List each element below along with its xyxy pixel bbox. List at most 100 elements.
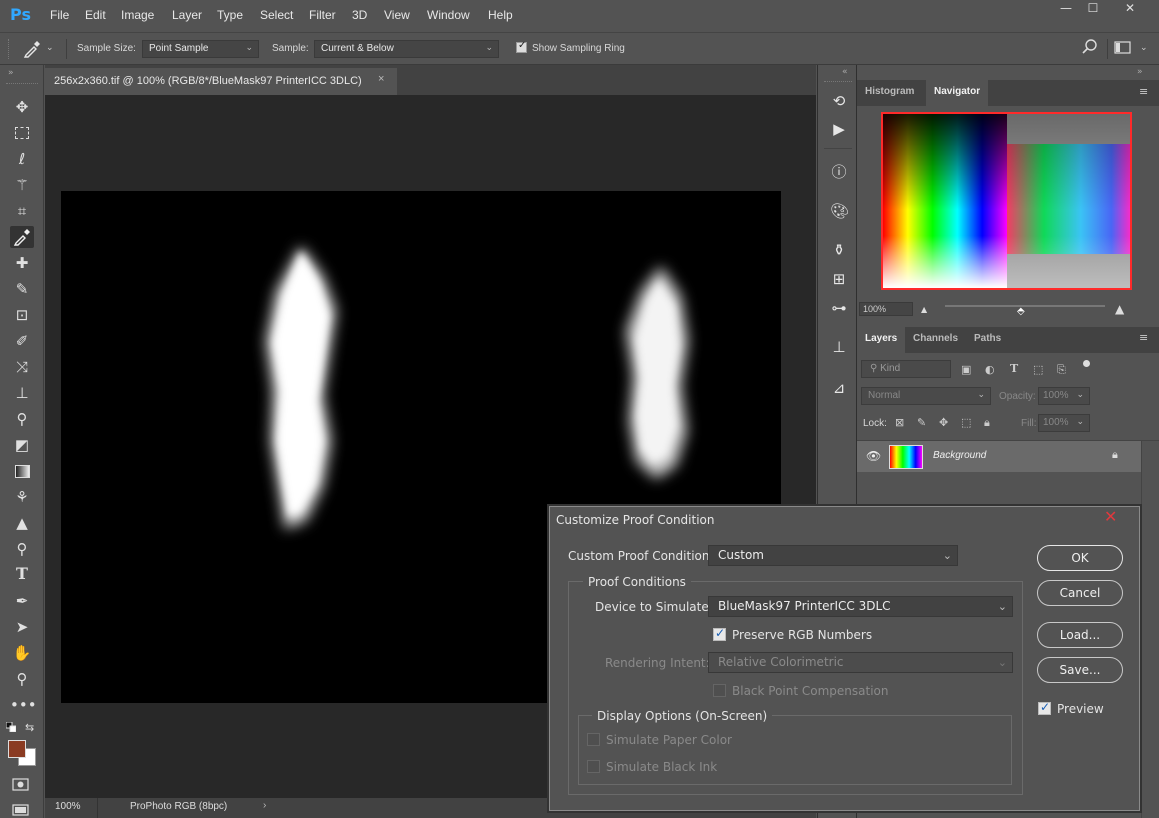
simulate-paper-label[interactable]: Simulate Paper Color xyxy=(606,733,732,747)
clone-source-icon[interactable]: ⊥ xyxy=(830,338,848,356)
filter-toggle-icon[interactable] xyxy=(1083,360,1090,367)
adjustment-filter-icon[interactable]: ◐ xyxy=(985,363,995,376)
collapse-strip-icon[interactable]: « xyxy=(842,67,848,77)
menu-file[interactable]: File xyxy=(50,8,69,22)
panel-menu-icon[interactable]: ≡ xyxy=(1139,85,1148,98)
preserve-rgb-label[interactable]: Preserve RGB Numbers xyxy=(732,628,872,642)
opacity-field[interactable]: 100% ⌄ xyxy=(1038,387,1090,405)
tab-channels[interactable]: Channels xyxy=(905,327,966,353)
pixel-filter-icon[interactable]: ▣ xyxy=(961,363,971,376)
tool-preset-chevron-icon[interactable]: ⌄ xyxy=(46,43,54,53)
menu-edit[interactable]: Edit xyxy=(85,8,106,22)
quick-mask-icon[interactable] xyxy=(12,778,30,792)
swatches-palette-icon[interactable]: 🎨︎ xyxy=(830,202,849,220)
lasso-tool-icon[interactable]: ℓ xyxy=(10,148,34,170)
collapse-toolbar-icon[interactable]: » xyxy=(8,68,14,78)
history-icon[interactable]: ⟲ xyxy=(830,92,848,110)
slider-handle-icon[interactable]: ⬘ xyxy=(1017,306,1025,317)
zoom-level[interactable]: 100% xyxy=(55,801,81,812)
lock-transparent-icon[interactable]: ⊠ xyxy=(895,416,904,429)
zoom-out-icon[interactable]: ▲ xyxy=(921,305,927,314)
close-button[interactable]: ✕ xyxy=(1117,1,1143,19)
device-select[interactable]: BlueMask97 PrinterICC 3DLC ⌄ xyxy=(708,596,1013,617)
brushes-icon[interactable]: ⚱ xyxy=(830,241,848,259)
eraser-tool-icon[interactable]: ⤨ xyxy=(10,356,34,378)
maximize-button[interactable]: ☐ xyxy=(1080,1,1106,19)
layers-scrollbar[interactable] xyxy=(1141,441,1159,818)
tab-histogram[interactable]: Histogram xyxy=(857,80,922,106)
dodge-tool-icon[interactable]: ⚘ xyxy=(10,486,34,508)
dialog-titlebar[interactable]: Customize Proof Condition ✕ xyxy=(550,507,1139,530)
black-point-checkbox[interactable] xyxy=(713,684,726,697)
lock-position-icon[interactable]: ✥ xyxy=(939,416,948,429)
eyedropper-tool-icon[interactable] xyxy=(10,226,34,248)
close-tab-icon[interactable]: × xyxy=(378,73,384,85)
swap-colors-icon[interactable]: ⇆ xyxy=(25,721,34,734)
zoom-in-icon[interactable]: ▲ xyxy=(1115,302,1124,316)
fill-field[interactable]: 100% ⌄ xyxy=(1038,414,1090,432)
black-point-label[interactable]: Black Point Compensation xyxy=(732,684,889,698)
default-colors-icon[interactable] xyxy=(5,721,17,733)
menu-view[interactable]: View xyxy=(384,8,410,22)
actions-play-icon[interactable]: ▶ xyxy=(830,120,848,138)
move-tool-icon[interactable]: ✥ xyxy=(10,96,34,118)
sample-size-select[interactable]: Point Sample ⌄ xyxy=(142,40,259,58)
spot-healing-tool-icon[interactable]: ✚ xyxy=(10,252,34,274)
type-tool-icon[interactable]: T xyxy=(10,564,34,586)
lock-pixels-icon[interactable]: ✎ xyxy=(917,416,926,429)
tab-paths[interactable]: Paths xyxy=(966,327,1009,353)
adjustments-icon[interactable]: ⊶ xyxy=(830,299,848,317)
tab-navigator[interactable]: Navigator xyxy=(926,80,989,106)
more-tools-icon[interactable]: ••• xyxy=(10,694,37,716)
type-filter-icon[interactable]: T xyxy=(1010,362,1018,375)
layer-name[interactable]: Background xyxy=(933,450,986,461)
magic-wand-tool-icon[interactable]: ⚚ xyxy=(10,174,34,196)
blend-mode-select[interactable]: Normal ⌄ xyxy=(861,387,991,405)
load-button[interactable]: Load... xyxy=(1037,622,1123,648)
hand-tool-icon[interactable]: ✋ xyxy=(10,642,34,664)
menu-layer[interactable]: Layer xyxy=(172,8,202,22)
filter-kind-select[interactable]: ⚲ Kind xyxy=(861,360,951,378)
info-icon[interactable]: ⓘ xyxy=(830,161,848,181)
menu-image[interactable]: Image xyxy=(121,8,154,22)
menu-select[interactable]: Select xyxy=(260,8,293,22)
crop-tool-icon[interactable]: ⌗ xyxy=(10,200,34,222)
navigator-zoom-field[interactable]: 100% xyxy=(859,302,913,316)
document-tab[interactable]: 256x2x360.tif @ 100% (RGB/8*/BlueMask97 … xyxy=(45,68,397,95)
simulate-ink-checkbox[interactable] xyxy=(587,760,600,773)
lock-all-icon[interactable]: 🔒︎ xyxy=(984,416,990,430)
tab-layers[interactable]: Layers xyxy=(857,327,906,353)
gradient-tool-icon[interactable] xyxy=(10,460,34,482)
panel-menu-icon[interactable]: ≡ xyxy=(1139,331,1148,344)
properties-icon[interactable]: ⊿ xyxy=(830,379,848,397)
status-menu-arrow-icon[interactable]: › xyxy=(263,800,266,811)
cancel-button[interactable]: Cancel xyxy=(1037,580,1123,606)
lock-artboard-icon[interactable]: ⬚ xyxy=(961,416,971,429)
dialog-close-icon[interactable]: ✕ xyxy=(1104,507,1117,526)
path-selection-tool-icon[interactable]: ➤ xyxy=(10,616,34,638)
stamp-tool-icon[interactable]: ⊥ xyxy=(10,382,34,404)
workspace-icon[interactable] xyxy=(1114,41,1132,55)
navigator-zoom-slider[interactable] xyxy=(945,305,1105,307)
show-sampling-ring-checkbox[interactable] xyxy=(516,40,527,53)
save-button[interactable]: Save... xyxy=(1037,657,1123,683)
menu-filter[interactable]: Filter xyxy=(309,8,336,22)
eye-icon[interactable]: 👁︎ xyxy=(866,449,881,463)
custom-proof-select[interactable]: Custom ⌄ xyxy=(708,545,958,566)
menu-3d[interactable]: 3D xyxy=(352,8,367,22)
sample-select[interactable]: Current & Below ⌄ xyxy=(314,40,499,58)
foreground-color-swatch[interactable] xyxy=(8,740,26,758)
preserve-rgb-checkbox[interactable] xyxy=(713,626,726,641)
layer-row[interactable]: 👁︎ Background 🔒︎ xyxy=(857,441,1141,472)
blur-tool-icon[interactable]: ▲ xyxy=(10,512,34,534)
zoom-tool-icon[interactable]: ⚲ xyxy=(10,668,34,690)
history-brush-tool-icon[interactable]: ✐ xyxy=(10,330,34,352)
brush-tool-icon[interactable]: ✎ xyxy=(10,278,34,300)
simulate-paper-checkbox[interactable] xyxy=(587,733,600,746)
eyedropper-tool-preset-icon[interactable] xyxy=(22,40,42,58)
collapse-panels-icon[interactable]: » xyxy=(1137,67,1143,77)
ok-button[interactable]: OK xyxy=(1037,545,1123,571)
preview-label[interactable]: Preview xyxy=(1057,702,1104,716)
workspace-chevron-icon[interactable]: ⌄ xyxy=(1140,43,1148,53)
navigator-thumbnail[interactable] xyxy=(881,112,1132,290)
